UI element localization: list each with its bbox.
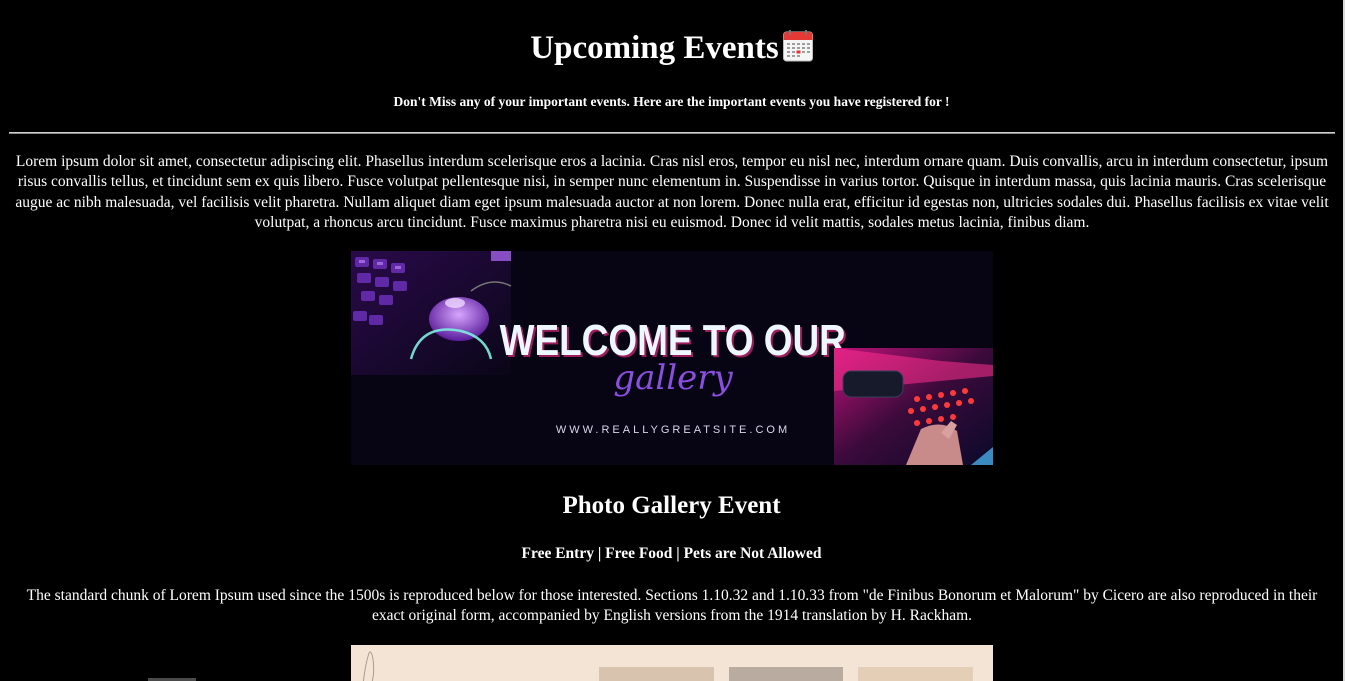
page: Upcoming Events Don't Miss any of your i… [0, 0, 1343, 681]
gallery-banner-image: WELCOME TO OUR WELCOME TO OUR gallery WW… [351, 251, 993, 465]
banner-website: WWW.REALLYGREATSITE.COM [556, 424, 790, 436]
calendar-icon [782, 30, 813, 62]
keyboard-mouse-photo [351, 251, 512, 375]
event-description: The standard chunk of Lorem Ipsum used s… [26, 587, 1318, 625]
banner-script: gallery [613, 358, 733, 398]
page-title: Upcoming Events [0, 28, 1343, 68]
gallery-banner-graphic: WELCOME TO OUR WELCOME TO OUR gallery WW… [351, 251, 993, 465]
event-tags: Free Entry | Free Food | Pets are Not Al… [521, 545, 822, 562]
intro-paragraph: Lorem ipsum dolor sit amet, consectetur … [15, 153, 1329, 231]
next-event-image [351, 645, 993, 681]
event-title: Photo Gallery Event [562, 492, 781, 519]
page-subtitle: Don't Miss any of your important events.… [393, 94, 950, 109]
page-title-text: Upcoming Events [530, 30, 779, 66]
gaming-keyboard-photo [834, 348, 993, 465]
divider [9, 132, 1335, 134]
